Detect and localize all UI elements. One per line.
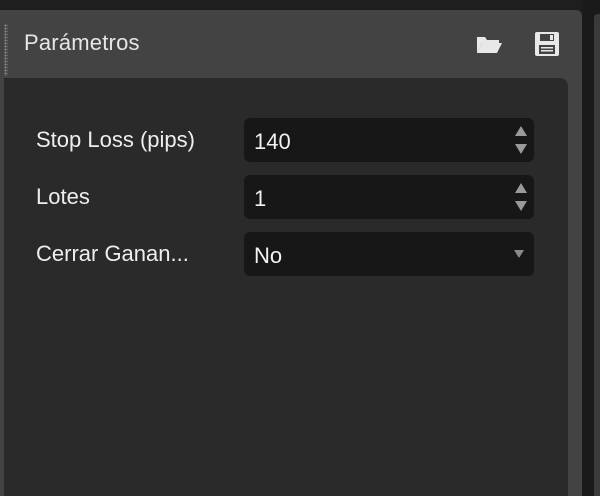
- open-folder-button[interactable]: [474, 30, 504, 58]
- spin-up-icon[interactable]: [515, 126, 527, 136]
- panel-header: Parámetros: [0, 10, 582, 76]
- save-button[interactable]: [532, 30, 562, 58]
- param-label: Lotes: [36, 184, 90, 209]
- param-label: Cerrar Ganan...: [36, 241, 189, 266]
- parameters-content: Stop Loss (pips) Lotes: [4, 78, 568, 496]
- lotes-field[interactable]: [244, 175, 534, 219]
- param-row-cerrar-ganancias: Cerrar Ganan... No: [4, 232, 568, 276]
- lotes-spinner[interactable]: [514, 181, 528, 213]
- dropdown-selected-value: No: [254, 243, 283, 268]
- chevron-down-icon: [514, 250, 524, 258]
- lotes-input[interactable]: [254, 186, 494, 212]
- stop-loss-field[interactable]: [244, 118, 534, 162]
- spin-down-icon[interactable]: [515, 144, 527, 154]
- adjacent-panel-edge: [594, 14, 600, 496]
- open-folder-icon: [474, 30, 504, 58]
- app-window: Parámetros Stop Loss (pips) 140 Lotes 1 …: [0, 0, 600, 496]
- cerrar-ganancias-dropdown[interactable]: No: [244, 232, 534, 276]
- spin-down-icon[interactable]: [515, 201, 527, 211]
- param-row-lotes: Lotes: [4, 175, 568, 219]
- stop-loss-spinner[interactable]: [514, 124, 528, 156]
- stop-loss-input[interactable]: [254, 129, 494, 155]
- drag-handle[interactable]: [4, 24, 8, 76]
- param-row-stop-loss: Stop Loss (pips): [4, 118, 568, 162]
- save-icon: [532, 30, 562, 58]
- panel-title: Parámetros: [24, 30, 140, 55]
- spin-up-icon[interactable]: [515, 183, 527, 193]
- parameters-panel: Parámetros Stop Loss (pips) 140 Lotes 1 …: [0, 10, 582, 496]
- param-label: Stop Loss (pips): [36, 127, 195, 152]
